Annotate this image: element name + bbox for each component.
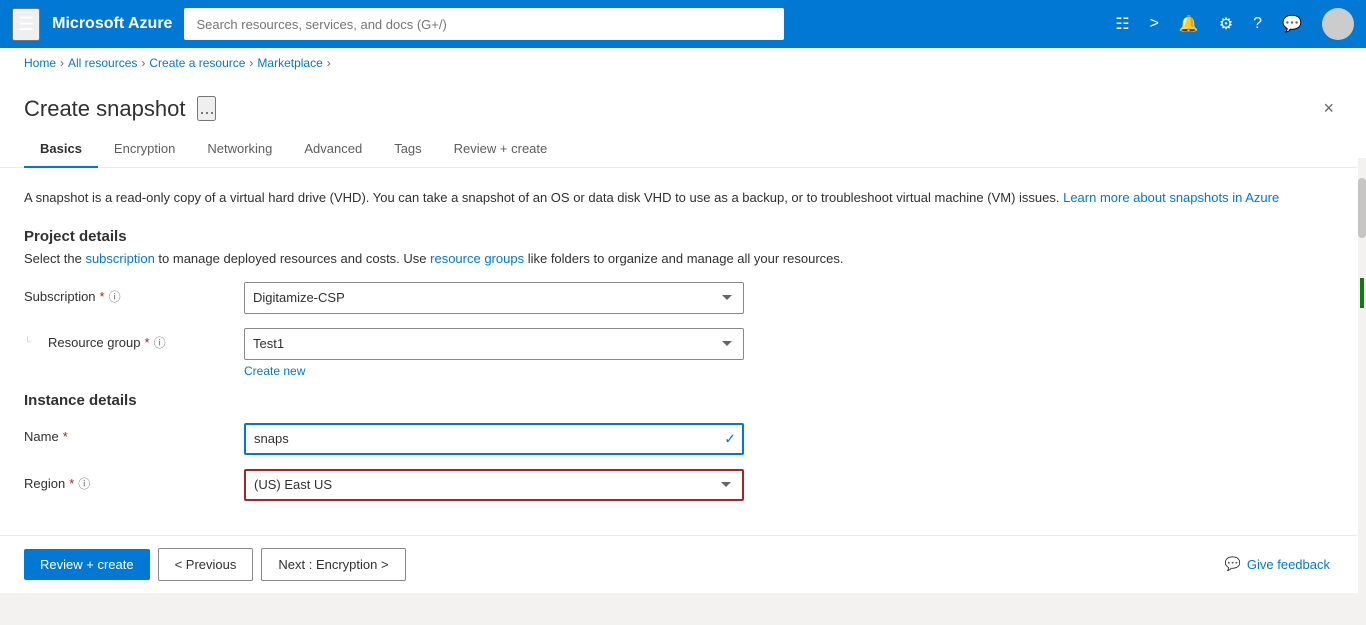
give-feedback-button[interactable]: 💬 Give feedback: [1213, 548, 1342, 580]
project-details-title: Project details: [24, 228, 1342, 245]
topbar-icons: ☷ > 🔔 ⚙ ? 💬: [1107, 6, 1354, 42]
hamburger-icon[interactable]: ☰: [12, 8, 40, 41]
resource-group-label: Resource group: [48, 335, 141, 350]
tab-advanced[interactable]: Advanced: [288, 131, 378, 168]
resource-group-control: Test1 Create new: [244, 328, 744, 378]
instance-details-section: Instance details Name * ✓ Region: [24, 392, 1342, 501]
name-label: Name: [24, 429, 59, 444]
subscription-info-icon[interactable]: ⓘ: [109, 288, 121, 305]
next-button[interactable]: Next : Encryption >: [261, 548, 405, 581]
previous-button[interactable]: < Previous: [158, 548, 254, 581]
panel-more-options[interactable]: ...: [197, 96, 216, 121]
breadcrumb-marketplace[interactable]: Marketplace: [257, 56, 322, 70]
name-control: ✓: [244, 423, 744, 455]
resource-group-row: └ Resource group * ⓘ Test1 Create new: [24, 328, 1342, 378]
panel-header: Create snapshot ... ×: [0, 78, 1366, 131]
name-input[interactable]: [244, 423, 744, 455]
feedback-icon[interactable]: 💬: [1274, 6, 1310, 42]
review-create-button[interactable]: Review + create: [24, 549, 150, 580]
scrollbar-thumb[interactable]: [1358, 178, 1366, 238]
brand-name: Microsoft Azure: [52, 15, 172, 33]
settings-icon[interactable]: ⚙: [1211, 6, 1241, 42]
resource-group-select[interactable]: Test1: [244, 328, 744, 360]
scrollbar-track[interactable]: [1358, 158, 1366, 593]
content-area: A snapshot is a read-only copy of a virt…: [0, 168, 1366, 535]
name-required: *: [63, 429, 68, 444]
tab-tags[interactable]: Tags: [378, 131, 437, 168]
resource-group-info-icon[interactable]: ⓘ: [154, 334, 166, 351]
tab-networking[interactable]: Networking: [191, 131, 288, 168]
panel-title: Create snapshot: [24, 96, 185, 122]
subscription-row: Subscription * ⓘ Digitamize-CSP: [24, 282, 1342, 314]
project-details-section: Project details Select the subscription …: [24, 228, 1342, 378]
tab-review-create[interactable]: Review + create: [438, 131, 564, 168]
subscription-select[interactable]: Digitamize-CSP: [244, 282, 744, 314]
breadcrumb-create-resource[interactable]: Create a resource: [149, 56, 245, 70]
resource-group-label-col: └ Resource group * ⓘ: [24, 328, 244, 351]
region-label: Region: [24, 476, 65, 491]
notification-icon[interactable]: 🔔: [1171, 6, 1207, 42]
cloud-shell-icon[interactable]: >: [1142, 7, 1167, 41]
project-details-desc: Select the subscription to manage deploy…: [24, 251, 1342, 266]
name-input-wrapper: ✓: [244, 423, 744, 455]
bottom-bar: Review + create < Previous Next : Encryp…: [0, 535, 1366, 593]
main-panel: Create snapshot ... × Basics Encryption …: [0, 78, 1366, 593]
feedback-icon: 💬: [1225, 556, 1241, 572]
learn-more-link[interactable]: Learn more about snapshots in Azure: [1063, 190, 1279, 205]
topbar: ☰ Microsoft Azure ☷ > 🔔 ⚙ ? 💬: [0, 0, 1366, 48]
name-label-col: Name *: [24, 423, 244, 444]
region-info-icon[interactable]: ⓘ: [78, 475, 90, 492]
resource-groups-link[interactable]: resource groups: [430, 251, 524, 266]
subscription-control: Digitamize-CSP: [244, 282, 744, 314]
create-new-link[interactable]: Create new: [244, 364, 305, 378]
region-row: Region * ⓘ (US) East US: [24, 469, 1342, 501]
name-check-icon: ✓: [724, 430, 736, 447]
help-icon[interactable]: ?: [1245, 7, 1270, 41]
breadcrumb-home[interactable]: Home: [24, 56, 56, 70]
panel-close-button[interactable]: ×: [1315, 94, 1342, 123]
breadcrumb-all-resources[interactable]: All resources: [68, 56, 137, 70]
region-required: *: [69, 476, 74, 491]
breadcrumb: Home › All resources › Create a resource…: [0, 48, 1366, 78]
region-select[interactable]: (US) East US: [244, 469, 744, 501]
feedback-label: Give feedback: [1247, 557, 1330, 572]
subscription-required: *: [100, 289, 105, 304]
instance-details-title: Instance details: [24, 392, 1342, 409]
portal-icon[interactable]: ☷: [1107, 6, 1137, 42]
avatar[interactable]: [1322, 8, 1354, 40]
description-text: A snapshot is a read-only copy of a virt…: [24, 188, 1342, 208]
region-label-col: Region * ⓘ: [24, 469, 244, 492]
tab-basics[interactable]: Basics: [24, 131, 98, 168]
region-control: (US) East US: [244, 469, 744, 501]
tabs-container: Basics Encryption Networking Advanced Ta…: [0, 131, 1366, 168]
name-row: Name * ✓: [24, 423, 1342, 455]
panel-title-row: Create snapshot ...: [24, 96, 216, 122]
search-input[interactable]: [184, 8, 784, 40]
subscription-link[interactable]: subscription: [85, 251, 154, 266]
description-text-main: A snapshot is a read-only copy of a virt…: [24, 190, 1063, 205]
tab-encryption[interactable]: Encryption: [98, 131, 191, 168]
resource-group-required: *: [145, 335, 150, 350]
scrollbar-green-indicator: [1360, 278, 1364, 308]
subscription-label: Subscription: [24, 289, 96, 304]
subscription-label-col: Subscription * ⓘ: [24, 282, 244, 305]
